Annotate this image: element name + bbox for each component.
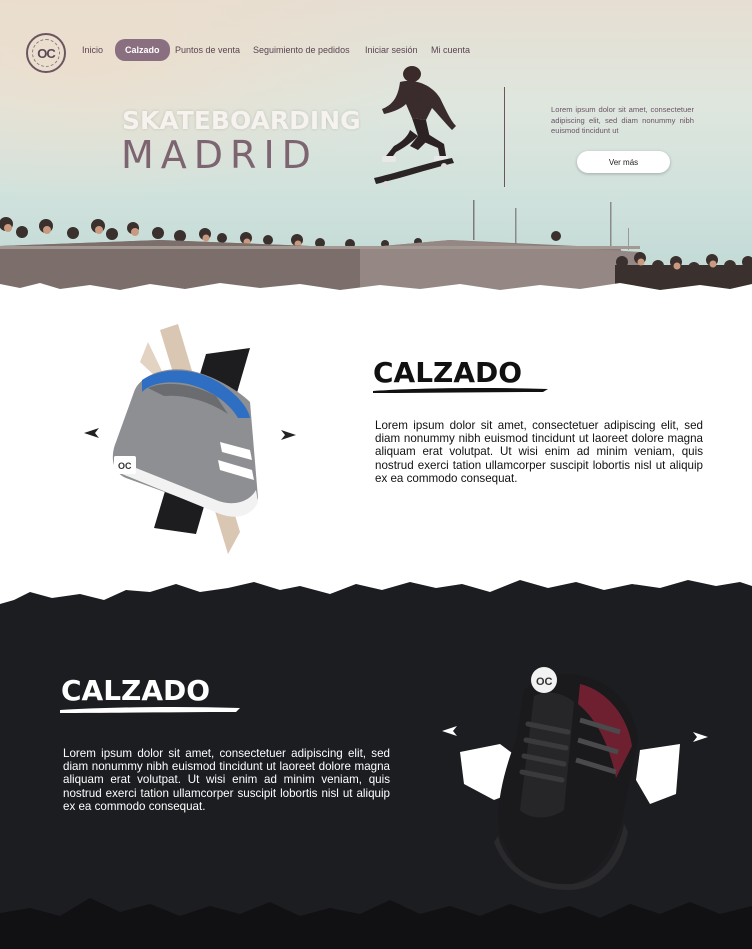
nav-item-calzado[interactable]: Calzado — [115, 39, 170, 61]
nav-item-iniciar-sesion[interactable]: Iniciar sesión — [365, 39, 418, 61]
section-title-calzado-dark: CALZADO — [61, 674, 211, 707]
title-brush-underline — [373, 387, 548, 393]
prev-arrow-icon-dark[interactable] — [440, 724, 458, 738]
skater-image — [374, 66, 456, 187]
brand-logo[interactable]: OC — [26, 33, 66, 73]
logo-text: OC — [37, 45, 55, 61]
hero-description: Lorem ipsum dolor sit amet, consectetuer… — [551, 105, 694, 135]
nav-item-seguimiento-pedidos[interactable]: Seguimiento de pedidos — [253, 39, 350, 61]
prev-arrow-icon[interactable] — [82, 426, 100, 440]
next-arrow-icon[interactable] — [280, 428, 298, 442]
nav-item-mi-cuenta[interactable]: Mi cuenta — [431, 39, 470, 61]
shoe-black-image: OC — [460, 667, 680, 890]
svg-text:OC: OC — [118, 461, 132, 471]
hero-title-line1: SKATEBOARDING — [122, 106, 361, 135]
nav-item-puntos-de-venta[interactable]: Puntos de venta — [175, 39, 240, 61]
svg-text:OC: OC — [536, 676, 553, 688]
section-description-dark: Lorem ipsum dolor sit amet, consectetuer… — [63, 747, 390, 813]
nav-item-inicio[interactable]: Inicio — [82, 39, 103, 61]
hero-title-line2: MADRID — [121, 133, 318, 177]
ver-mas-button[interactable]: Ver más — [577, 151, 670, 173]
hero-divider — [504, 87, 505, 187]
shoe-grey-image: OC — [112, 324, 258, 554]
section-description: Lorem ipsum dolor sit amet, consectetuer… — [375, 419, 703, 485]
next-arrow-icon-dark[interactable] — [692, 730, 710, 744]
hero-banner: OC Inicio Calzado Puntos de venta Seguim… — [0, 0, 752, 292]
section-title-calzado: CALZADO — [373, 356, 523, 389]
title-brush-underline-white — [60, 706, 240, 713]
